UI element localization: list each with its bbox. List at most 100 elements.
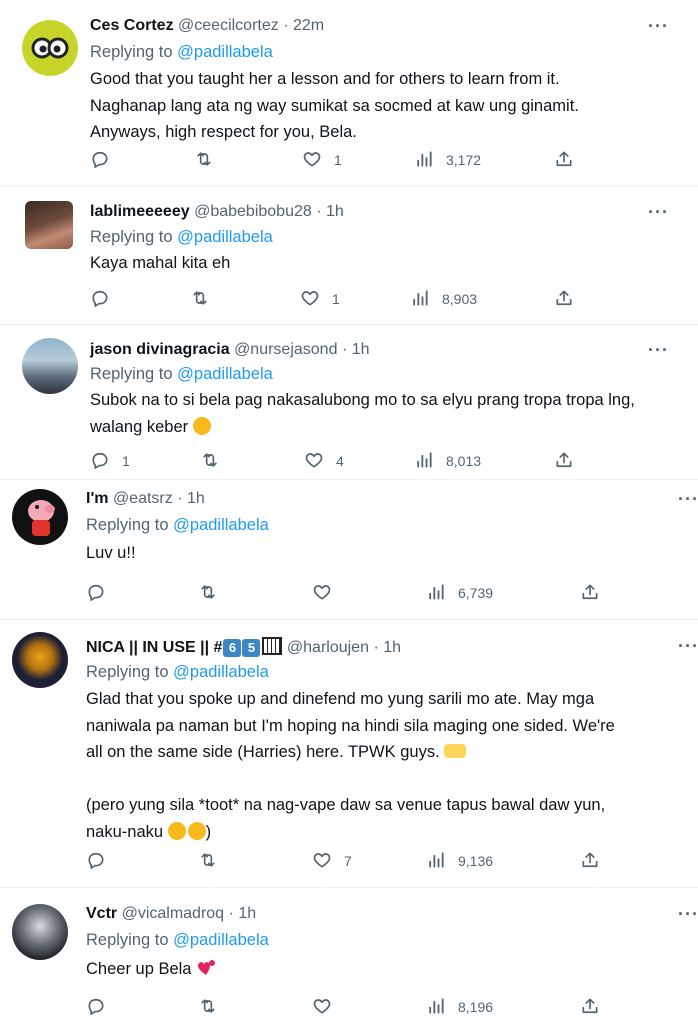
retweet-button[interactable] — [200, 449, 232, 473]
user-handle[interactable]: @nursejasond — [234, 341, 337, 358]
display-name[interactable]: I'm — [86, 490, 108, 507]
views-button[interactable]: 8,903 — [410, 287, 477, 311]
like-icon — [304, 450, 324, 473]
more-icon[interactable]: ··· — [648, 202, 669, 223]
replying-to-link[interactable]: @padillabela — [177, 43, 273, 61]
replying-to-link[interactable]: @padillabela — [177, 365, 273, 383]
reply-button[interactable] — [86, 849, 118, 873]
retweet-button[interactable] — [198, 995, 230, 1019]
share-button[interactable] — [580, 849, 600, 873]
views-button[interactable]: 8,013 — [414, 449, 481, 473]
avatar[interactable] — [12, 632, 68, 688]
tweet-item[interactable]: lablimeeeeey @babebibobu28 · 1h ··· Repl… — [0, 187, 698, 325]
retweet-button[interactable] — [198, 849, 230, 873]
reply-icon — [86, 996, 106, 1019]
like-icon — [300, 288, 320, 311]
like-button[interactable] — [312, 581, 344, 605]
timestamp[interactable]: 1h — [352, 341, 370, 358]
user-handle[interactable]: @eatsrz — [113, 490, 173, 507]
like-icon — [312, 996, 332, 1019]
like-button[interactable]: 1 — [300, 287, 340, 311]
share-button[interactable] — [580, 995, 600, 1019]
pig-character-icon — [28, 500, 55, 536]
two-hearts-emoji-icon — [198, 960, 216, 975]
views-button[interactable]: 9,136 — [426, 849, 493, 873]
tweet-item[interactable]: Ces Cortez @ceecilcortez · 22m ··· Reply… — [0, 0, 698, 187]
share-button[interactable] — [554, 449, 574, 473]
display-name[interactable]: Vctr — [86, 905, 117, 922]
heart-hands-emoji-icon — [444, 744, 467, 758]
more-icon[interactable]: ··· — [678, 904, 698, 925]
more-icon[interactable]: ··· — [678, 489, 698, 510]
reply-button[interactable] — [86, 995, 118, 1019]
replying-to-label: Replying to — [90, 43, 173, 61]
like-button[interactable]: 1 — [302, 148, 342, 172]
dot-separator: · — [283, 17, 289, 34]
views-button[interactable]: 8,196 — [426, 995, 493, 1019]
tweet-text-fragment: naku-naku — [86, 822, 164, 841]
display-name[interactable]: jason divinagracia — [90, 341, 230, 358]
retweet-button[interactable] — [190, 287, 222, 311]
retweet-icon — [198, 582, 218, 605]
piano-icon — [262, 637, 283, 655]
like-icon — [312, 850, 332, 873]
reply-button[interactable] — [90, 148, 122, 172]
share-button[interactable] — [580, 581, 600, 605]
timestamp[interactable]: 1h — [383, 639, 401, 656]
replying-to-link[interactable]: @padillabela — [173, 931, 269, 949]
replying-to-link[interactable]: @padillabela — [173, 516, 269, 534]
timestamp[interactable]: 1h — [326, 203, 344, 220]
timestamp[interactable]: 22m — [293, 17, 324, 34]
avatar[interactable] — [12, 904, 68, 960]
user-handle[interactable]: @ceecilcortez — [178, 17, 279, 34]
display-name[interactable]: lablimeeeeey — [90, 203, 190, 220]
keycap-badge: 5 — [242, 639, 261, 657]
retweet-button[interactable] — [198, 581, 230, 605]
tweet-item[interactable]: NICA || IN USE || #6 5 @harloujen · 1h ··… — [0, 620, 698, 888]
more-icon[interactable]: ··· — [648, 340, 669, 361]
replying-to-link[interactable]: @padillabela — [177, 228, 273, 246]
replying-to-link[interactable]: @padillabela — [173, 663, 269, 681]
user-handle[interactable]: @vicalmadroq — [122, 905, 225, 922]
user-handle[interactable]: @harloujen — [287, 639, 369, 656]
timestamp[interactable]: 1h — [187, 490, 205, 507]
retweet-button[interactable] — [194, 148, 226, 172]
avatar[interactable] — [12, 489, 68, 545]
more-icon[interactable]: ··· — [678, 636, 698, 657]
replying-to-label: Replying to — [90, 228, 173, 246]
more-icon[interactable]: ··· — [648, 16, 669, 37]
display-name[interactable]: NICA || IN USE || # — [86, 639, 222, 656]
reply-button[interactable] — [90, 287, 122, 311]
user-handle[interactable]: @babebibobu28 — [194, 203, 312, 220]
replying-to: Replying to @padillabela — [90, 43, 273, 62]
tweet-actions: 1 8,903 — [90, 287, 610, 311]
tweet-item[interactable]: Vctr @vicalmadroq · 1h ··· Replying to @… — [0, 888, 698, 1024]
tweet-text-line: Anyways, high respect for you, Bela. — [90, 123, 357, 141]
timestamp[interactable]: 1h — [238, 905, 256, 922]
like-button[interactable] — [312, 995, 344, 1019]
avatar[interactable] — [25, 201, 73, 249]
like-button[interactable]: 7 — [312, 849, 352, 873]
tweet-header: I'm @eatsrz · 1h — [86, 490, 205, 508]
avatar[interactable] — [22, 338, 78, 394]
views-button[interactable]: 6,739 — [426, 581, 493, 605]
reply-button[interactable] — [86, 581, 118, 605]
avatar[interactable] — [22, 20, 78, 76]
retweet-icon — [198, 850, 218, 873]
tweet-actions: 8,196 — [86, 995, 606, 1019]
views-icon — [426, 996, 446, 1019]
like-count: 1 — [332, 291, 340, 307]
tweet-item[interactable]: I'm @eatsrz · 1h ··· Replying to @padill… — [0, 480, 698, 620]
share-button[interactable] — [554, 287, 574, 311]
views-icon — [410, 288, 430, 311]
reply-button[interactable]: 1 — [90, 449, 130, 473]
tweet-text-line: naniwala pa naman but I'm hoping na hind… — [86, 716, 615, 735]
like-button[interactable]: 4 — [304, 449, 344, 473]
view-count: 8,903 — [442, 291, 478, 307]
share-icon — [554, 149, 574, 172]
share-button[interactable] — [554, 148, 574, 172]
views-button[interactable]: 3,172 — [414, 148, 481, 172]
replying-to: Replying to @padillabela — [90, 365, 273, 384]
tweet-item[interactable]: jason divinagracia @nursejasond · 1h ···… — [0, 325, 698, 480]
display-name[interactable]: Ces Cortez — [90, 17, 174, 34]
